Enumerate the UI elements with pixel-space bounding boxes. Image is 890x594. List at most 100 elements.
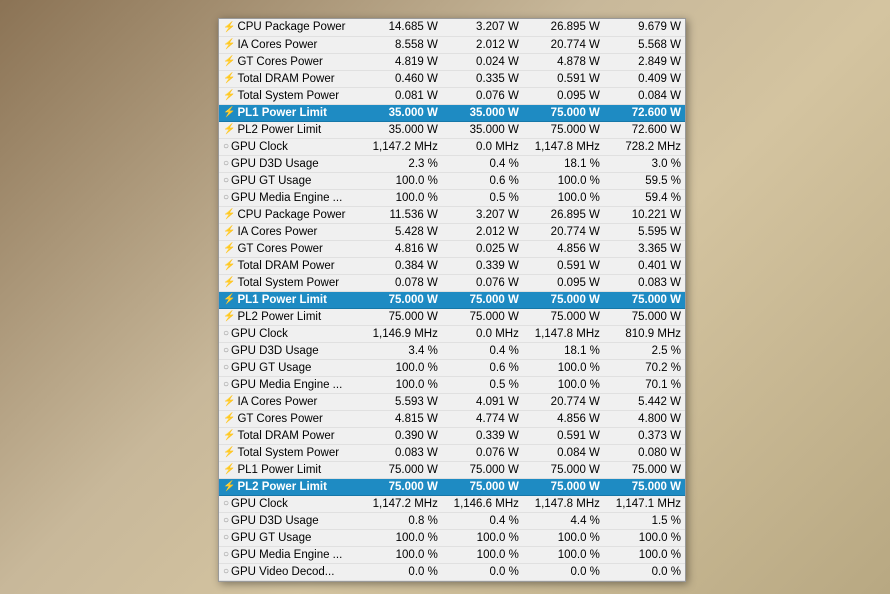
metric-value-1: 4.816 W (361, 240, 442, 257)
metric-value-2: 0.0 % (442, 563, 523, 580)
metric-value-4: 4.800 W (604, 410, 685, 427)
metric-name: ⚡Total DRAM Power (219, 257, 361, 274)
power-icon: ⚡ (223, 396, 235, 407)
metric-name: ⚡GT Cores Power (219, 240, 361, 257)
metric-value-3: 100.0 % (523, 529, 604, 546)
metric-value-4: 75.000 W (604, 478, 685, 495)
metric-value-1: 75.000 W (361, 308, 442, 325)
table-row: ○GPU Clock 1,147.2 MHz 1,146.6 MHz 1,147… (219, 495, 685, 512)
power-icon: ⚡ (223, 311, 235, 322)
circle-icon: ○ (223, 345, 229, 356)
metric-value-2: 2.012 W (442, 36, 523, 53)
metric-value-1: 14.685 W (361, 19, 442, 36)
metric-value-4: 0.409 W (604, 70, 685, 87)
metric-value-1: 35.000 W (361, 121, 442, 138)
metric-name: ⚡PL1 Power Limit (219, 461, 361, 478)
metric-value-3: 75.000 W (523, 478, 604, 495)
table-row: ○GPU Video Decod... 0.0 % 0.0 % 0.0 % 0.… (219, 563, 685, 580)
metric-value-4: 0.083 W (604, 274, 685, 291)
power-icon: ⚡ (223, 209, 235, 220)
power-icon: ⚡ (223, 22, 235, 33)
metric-value-3: 0.095 W (523, 87, 604, 104)
metric-name: ⚡PL2 Power Limit (219, 308, 361, 325)
metric-value-1: 35.000 W (361, 104, 442, 121)
metric-value-2: 0.335 W (442, 70, 523, 87)
circle-icon: ○ (223, 532, 229, 543)
metric-value-2: 4.774 W (442, 410, 523, 427)
metric-value-4: 70.2 % (604, 359, 685, 376)
metric-value-3: 0.095 W (523, 274, 604, 291)
metric-value-4: 72.600 W (604, 121, 685, 138)
table-row: ⚡CPU Package Power 14.685 W 3.207 W 26.8… (219, 19, 685, 36)
metric-value-3: 1,147.8 MHz (523, 138, 604, 155)
metric-value-4: 75.000 W (604, 308, 685, 325)
power-icon: ⚡ (223, 464, 235, 475)
metric-value-2: 100.0 % (442, 529, 523, 546)
metric-name: ⚡CPU Package Power (219, 19, 361, 36)
metric-value-3: 0.591 W (523, 257, 604, 274)
metric-value-3: 75.000 W (523, 104, 604, 121)
metric-value-3: 4.878 W (523, 53, 604, 70)
metric-value-2: 35.000 W (442, 104, 523, 121)
metric-value-1: 75.000 W (361, 461, 442, 478)
metric-value-1: 1,147.2 MHz (361, 138, 442, 155)
metric-value-4: 59.4 % (604, 189, 685, 206)
metric-value-2: 100.0 % (442, 546, 523, 563)
metric-value-4: 9.679 W (604, 19, 685, 36)
metric-name: ⚡Total DRAM Power (219, 70, 361, 87)
table-row: ⚡PL1 Power Limit 35.000 W 35.000 W 75.00… (219, 104, 685, 121)
metric-name: ○GPU D3D Usage (219, 512, 361, 529)
table-row: ⚡Total DRAM Power 0.460 W 0.335 W 0.591 … (219, 70, 685, 87)
power-icon: ⚡ (223, 90, 235, 101)
power-icon: ⚡ (223, 413, 235, 424)
table-row: ○GPU Media Engine ... 100.0 % 100.0 % 10… (219, 546, 685, 563)
metric-value-2: 0.0 MHz (442, 325, 523, 342)
metric-value-1: 100.0 % (361, 172, 442, 189)
table-row: ⚡Total System Power 0.078 W 0.076 W 0.09… (219, 274, 685, 291)
metric-value-3: 100.0 % (523, 172, 604, 189)
table-row: ⚡PL1 Power Limit 75.000 W 75.000 W 75.00… (219, 291, 685, 308)
table-row: ○GPU D3D Usage 3.4 % 0.4 % 18.1 % 2.5 % (219, 342, 685, 359)
metric-value-4: 0.401 W (604, 257, 685, 274)
circle-icon: ○ (223, 158, 229, 169)
metric-name: ⚡IA Cores Power (219, 393, 361, 410)
metrics-table: ⚡CPU Package Power 14.685 W 3.207 W 26.8… (219, 19, 685, 581)
metric-name: ⚡GT Cores Power (219, 53, 361, 70)
circle-icon: ○ (223, 549, 229, 560)
metric-value-3: 20.774 W (523, 223, 604, 240)
metric-value-4: 2.849 W (604, 53, 685, 70)
table-row: ⚡PL2 Power Limit 75.000 W 75.000 W 75.00… (219, 308, 685, 325)
metric-value-2: 75.000 W (442, 461, 523, 478)
metric-value-2: 75.000 W (442, 291, 523, 308)
table-row: ○GPU Media Engine ... 100.0 % 0.5 % 100.… (219, 189, 685, 206)
metric-value-4: 59.5 % (604, 172, 685, 189)
metric-value-1: 100.0 % (361, 359, 442, 376)
metric-name: ⚡IA Cores Power (219, 36, 361, 53)
metric-value-2: 0.025 W (442, 240, 523, 257)
circle-icon: ○ (223, 192, 229, 203)
power-icon: ⚡ (223, 294, 235, 305)
power-icon: ⚡ (223, 243, 235, 254)
metric-value-4: 75.000 W (604, 291, 685, 308)
metric-value-3: 4.856 W (523, 410, 604, 427)
metric-value-1: 8.558 W (361, 36, 442, 53)
metric-value-3: 75.000 W (523, 461, 604, 478)
circle-icon: ○ (223, 328, 229, 339)
metric-value-4: 5.595 W (604, 223, 685, 240)
table-row: ⚡GT Cores Power 4.815 W 4.774 W 4.856 W … (219, 410, 685, 427)
metric-value-4: 0.084 W (604, 87, 685, 104)
metric-name: ⚡GT Cores Power (219, 410, 361, 427)
table-row: ○GPU Clock 1,147.2 MHz 0.0 MHz 1,147.8 M… (219, 138, 685, 155)
metric-value-1: 75.000 W (361, 291, 442, 308)
metric-name: ○GPU Media Engine ... (219, 189, 361, 206)
table-row: ⚡PL1 Power Limit 75.000 W 75.000 W 75.00… (219, 461, 685, 478)
metric-value-2: 0.4 % (442, 155, 523, 172)
metric-name: ○GPU GT Usage (219, 359, 361, 376)
metric-value-1: 0.8 % (361, 512, 442, 529)
power-icon: ⚡ (223, 447, 235, 458)
metric-name: ⚡PL2 Power Limit (219, 478, 361, 495)
power-icon: ⚡ (223, 107, 235, 118)
metric-value-4: 5.442 W (604, 393, 685, 410)
power-icon: ⚡ (223, 39, 235, 50)
metric-value-4: 0.373 W (604, 427, 685, 444)
